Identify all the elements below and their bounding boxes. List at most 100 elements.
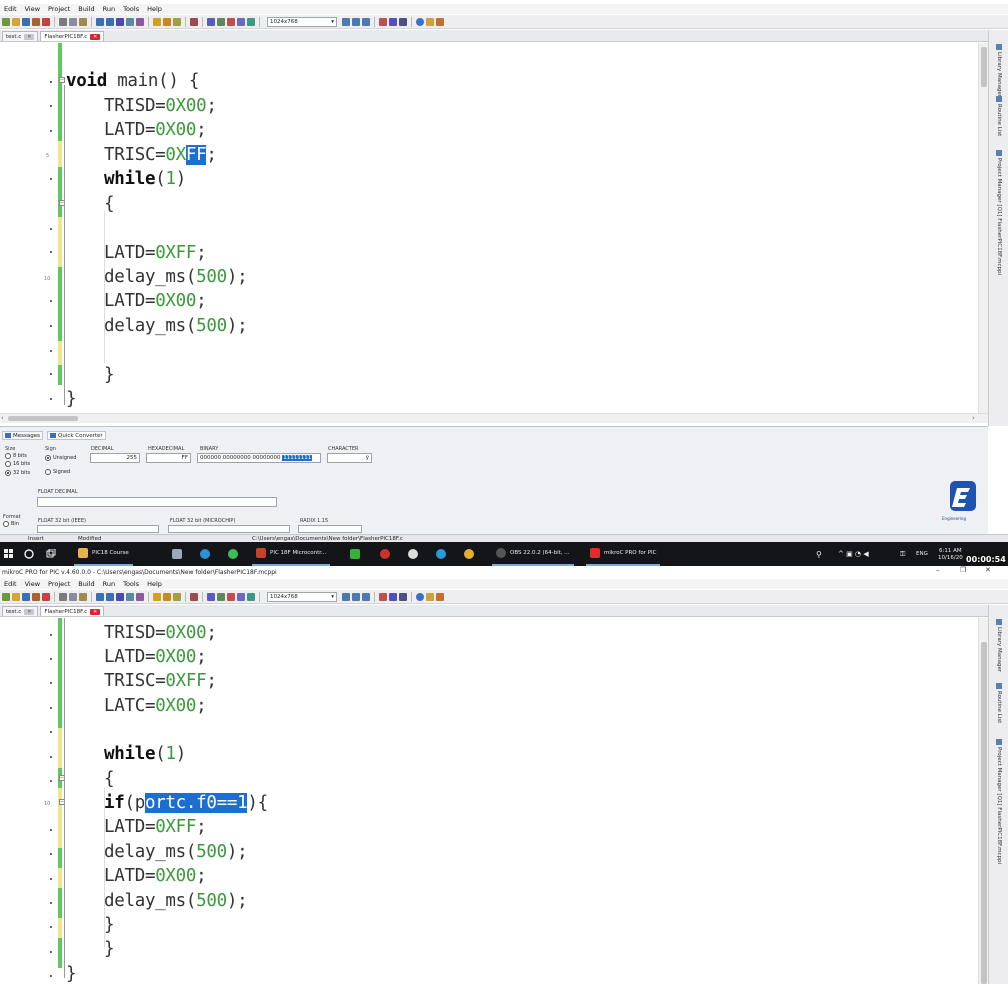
- open-icon[interactable]: [12, 592, 20, 601]
- print-icon[interactable]: [126, 17, 134, 26]
- taskbar-whatsapp[interactable]: [228, 542, 238, 566]
- close-icon[interactable]: ✕: [90, 608, 101, 615]
- paste-icon[interactable]: [79, 592, 87, 601]
- decimal-field[interactable]: 255: [90, 453, 140, 463]
- copy-icon[interactable]: [69, 592, 77, 601]
- find-icon[interactable]: [136, 592, 144, 601]
- taskbar-mikroc[interactable]: mikroC PRO for PIC: [586, 542, 661, 566]
- menu-help[interactable]: Help: [147, 5, 162, 13]
- menu-edit[interactable]: Edit: [4, 580, 17, 588]
- menu-edit[interactable]: Edit: [4, 5, 17, 13]
- vertical-scrollbar-bottom[interactable]: [978, 618, 988, 984]
- binary-field[interactable]: 000000 00000000 00000000 11111111: [197, 453, 321, 463]
- build-icon[interactable]: [153, 592, 161, 601]
- close-icon[interactable]: ✕: [90, 33, 101, 40]
- tab-quick-converter[interactable]: Quick Converter: [46, 431, 106, 440]
- tool-icon-a[interactable]: [227, 17, 235, 26]
- tool-icon-g[interactable]: [426, 17, 434, 26]
- tool-icon-a[interactable]: [227, 592, 235, 601]
- build-icon[interactable]: [153, 17, 161, 26]
- menu-run[interactable]: Run: [103, 5, 115, 13]
- start-button[interactable]: [4, 542, 14, 566]
- character-field[interactable]: ÿ: [327, 453, 372, 463]
- save-project-icon[interactable]: [116, 17, 124, 26]
- taskbar-opera[interactable]: [380, 542, 390, 566]
- tool-icon-b[interactable]: [237, 17, 245, 26]
- statistics-icon[interactable]: [217, 17, 225, 26]
- float-ieee-field[interactable]: [37, 525, 159, 533]
- taskbar-obs[interactable]: OBS 22.0.2 (64-bit, ...: [492, 542, 574, 566]
- taskbar-pic18-course[interactable]: PIC18 Course: [74, 542, 133, 566]
- layout-icon-b[interactable]: [352, 592, 360, 601]
- tool-icon-g[interactable]: [426, 592, 434, 601]
- tool-icon-f[interactable]: [399, 17, 407, 26]
- tool-icon-d[interactable]: [379, 592, 387, 601]
- tool-icon-e[interactable]: [389, 592, 397, 601]
- save-all-icon[interactable]: [32, 592, 40, 601]
- tool-icon-h[interactable]: [436, 17, 444, 26]
- scroll-left-icon[interactable]: ‹: [1, 414, 4, 422]
- taskbar-app-2[interactable]: [408, 542, 418, 566]
- cut-icon[interactable]: [59, 17, 67, 26]
- layout-icon-b[interactable]: [352, 17, 360, 26]
- menu-project[interactable]: Project: [48, 5, 70, 13]
- menu-tools[interactable]: Tools: [123, 580, 139, 588]
- new-icon[interactable]: [2, 592, 10, 601]
- clock[interactable]: 6:11 AM 10/16/20: [938, 542, 963, 566]
- routine-list-tab[interactable]: Routine List: [993, 96, 1005, 136]
- help-icon[interactable]: [416, 592, 424, 601]
- horizontal-scrollbar[interactable]: ‹ ›: [0, 413, 988, 423]
- size-8-radio[interactable]: 8 bits: [5, 453, 27, 459]
- menu-view[interactable]: View: [25, 580, 40, 588]
- taskbar-camtasia[interactable]: [350, 542, 360, 566]
- program-icon[interactable]: [173, 592, 181, 601]
- scroll-right-icon[interactable]: ›: [972, 414, 975, 422]
- tab-flasher-c[interactable]: FlasherPIC18F.c ✕: [40, 606, 105, 616]
- options-icon[interactable]: [207, 17, 215, 26]
- layout-icon-a[interactable]: [342, 592, 350, 601]
- paste-icon[interactable]: [79, 17, 87, 26]
- save-project-icon[interactable]: [116, 592, 124, 601]
- tray-icons[interactable]: ^ ▣ ◔ ◀: [838, 542, 869, 566]
- code-editor-bottom[interactable]: 10 − − TRISD=0X00; LATD=0X00; TRISC=0XFF…: [0, 618, 978, 984]
- tab-test-c[interactable]: test.c ✕: [2, 31, 39, 41]
- radix-field[interactable]: [298, 525, 362, 533]
- tool-icon-d[interactable]: [379, 17, 387, 26]
- resolution-select[interactable]: 1024x768 ▾: [267, 16, 337, 27]
- layout-icon-a[interactable]: [342, 17, 350, 26]
- redo-icon[interactable]: [106, 592, 114, 601]
- code-editor-top[interactable]: 5 10 − − void main() { TRISD=0X00; LATD=…: [0, 43, 978, 413]
- close-file-icon[interactable]: [42, 17, 50, 26]
- layout-icon-c[interactable]: [362, 592, 370, 601]
- hex-field[interactable]: FF: [146, 453, 191, 463]
- tab-messages[interactable]: Messages: [2, 431, 43, 440]
- tool-icon-c[interactable]: [247, 592, 255, 601]
- taskbar-app-1[interactable]: [172, 542, 182, 566]
- tool-icon-b[interactable]: [237, 592, 245, 601]
- close-file-icon[interactable]: [42, 592, 50, 601]
- menu-build[interactable]: Build: [78, 580, 94, 588]
- project-manager-tab[interactable]: Project Manager [Q1] FlasherPIC18F.mcppi: [993, 150, 1005, 275]
- debug-icon[interactable]: [190, 592, 198, 601]
- maximize-icon[interactable]: ❐: [960, 566, 966, 574]
- print-icon[interactable]: [126, 592, 134, 601]
- undo-icon[interactable]: [96, 17, 104, 26]
- keyboard-icon[interactable]: ⚿: [900, 542, 905, 566]
- close-icon[interactable]: ✕: [24, 33, 35, 40]
- find-icon[interactable]: [136, 17, 144, 26]
- library-manager-tab[interactable]: Library Manager: [993, 44, 1005, 97]
- close-icon[interactable]: ✕: [24, 608, 35, 615]
- save-all-icon[interactable]: [32, 17, 40, 26]
- minimize-icon[interactable]: –: [936, 566, 940, 574]
- tool-icon-e[interactable]: [389, 17, 397, 26]
- resolution-select[interactable]: 1024x768 ▾: [267, 591, 337, 602]
- program-icon[interactable]: [173, 17, 181, 26]
- help-icon[interactable]: [416, 17, 424, 26]
- statistics-icon[interactable]: [217, 592, 225, 601]
- build-all-icon[interactable]: [163, 17, 171, 26]
- redo-icon[interactable]: [106, 17, 114, 26]
- tool-icon-c[interactable]: [247, 17, 255, 26]
- taskbar-pic18f-pdf[interactable]: PIC 18F Microcontr...: [252, 542, 331, 566]
- unsigned-radio[interactable]: Unsigned: [45, 455, 76, 461]
- format-bin-radio[interactable]: Bin: [3, 521, 19, 527]
